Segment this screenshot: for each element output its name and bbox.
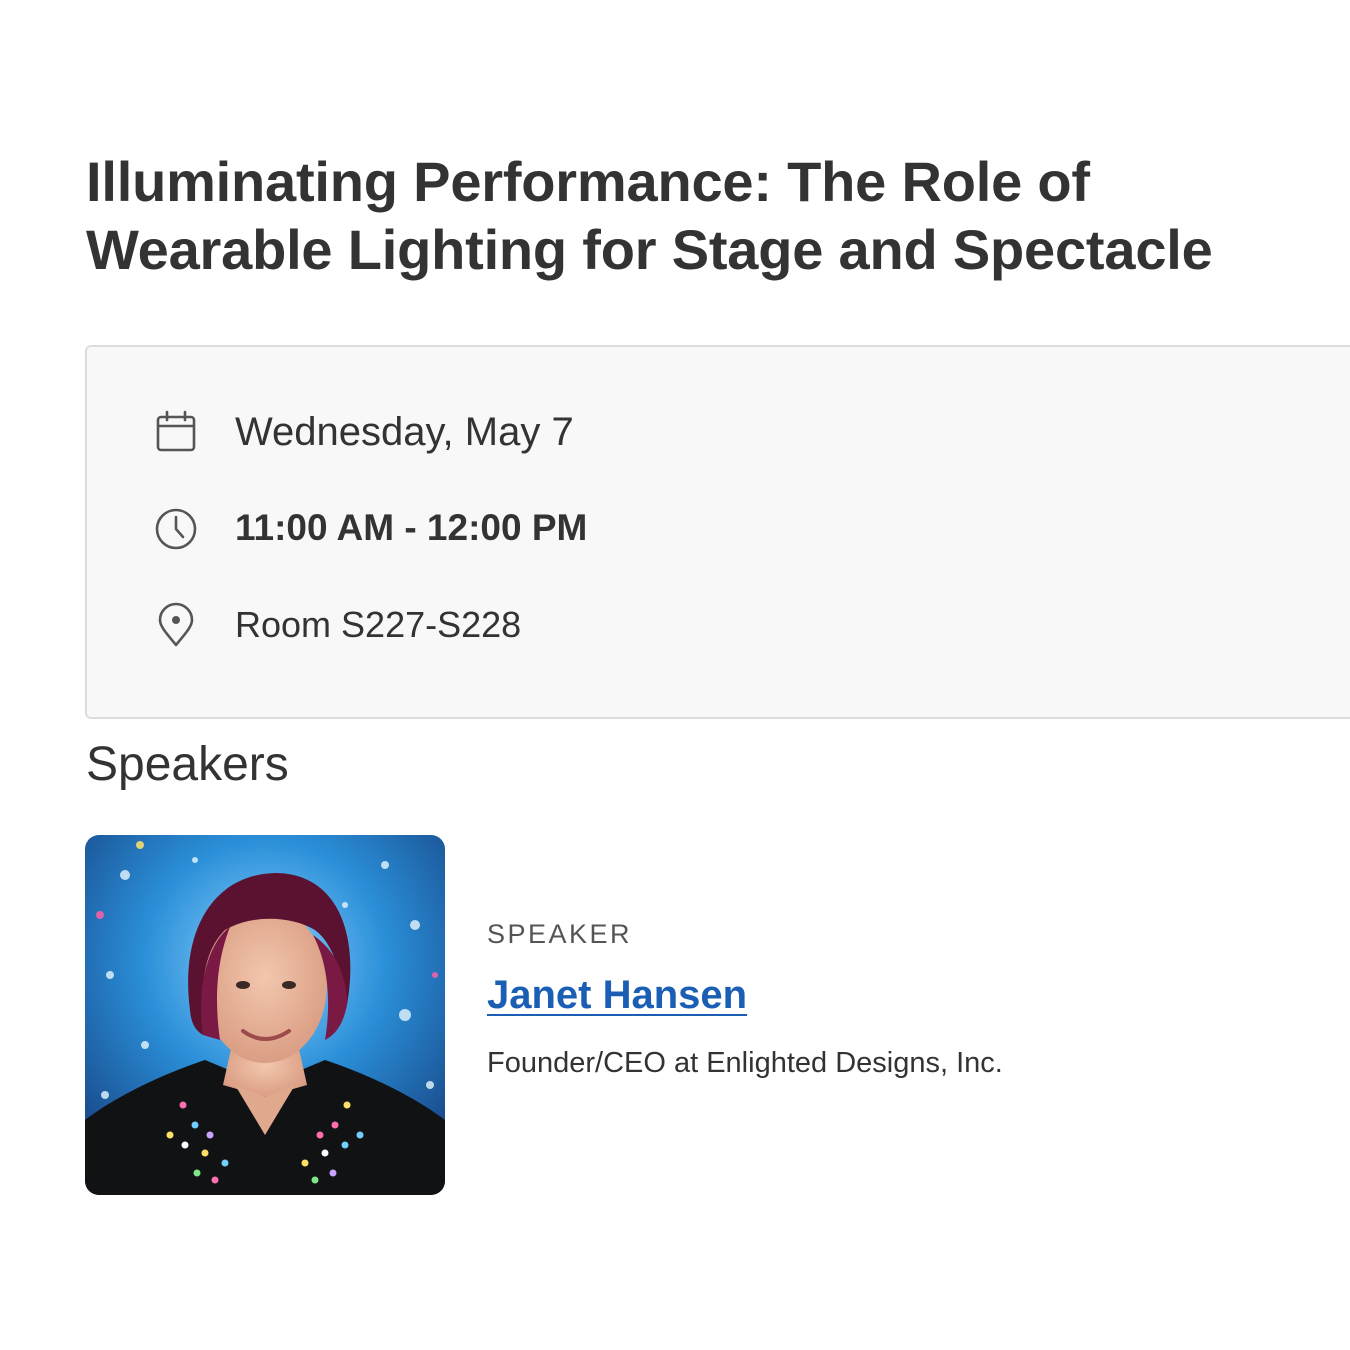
speaker-avatar[interactable] <box>85 835 445 1195</box>
session-location: Room S227-S228 <box>235 604 522 645</box>
speakers-heading: Speakers <box>86 738 289 791</box>
session-date: Wednesday, May 7 <box>235 409 574 454</box>
speaker-name-link[interactable]: Janet Hansen <box>487 973 747 1018</box>
session-details-card: Wednesday, May 7 11:00 AM - 12:00 PM Roo… <box>85 345 1350 719</box>
speaker-card: SPEAKER Janet Hansen Founder/CEO at Enli… <box>85 835 1085 1195</box>
date-row: Wednesday, May 7 <box>153 409 574 455</box>
location-row: Room S227-S228 <box>153 602 521 648</box>
session-time: 11:00 AM - 12:00 PM <box>235 507 588 548</box>
clock-icon <box>153 505 199 551</box>
map-pin-icon <box>153 602 199 648</box>
calendar-icon <box>153 409 199 455</box>
speaker-role-label: SPEAKER <box>487 919 633 949</box>
time-row: 11:00 AM - 12:00 PM <box>153 505 587 551</box>
session-title: Illuminating Performance: The Role of We… <box>86 150 1213 281</box>
speaker-job-title: Founder/CEO at Enlighted Designs, Inc. <box>487 1047 1003 1079</box>
session-page: Illuminating Performance: The Role of We… <box>0 0 1350 1350</box>
